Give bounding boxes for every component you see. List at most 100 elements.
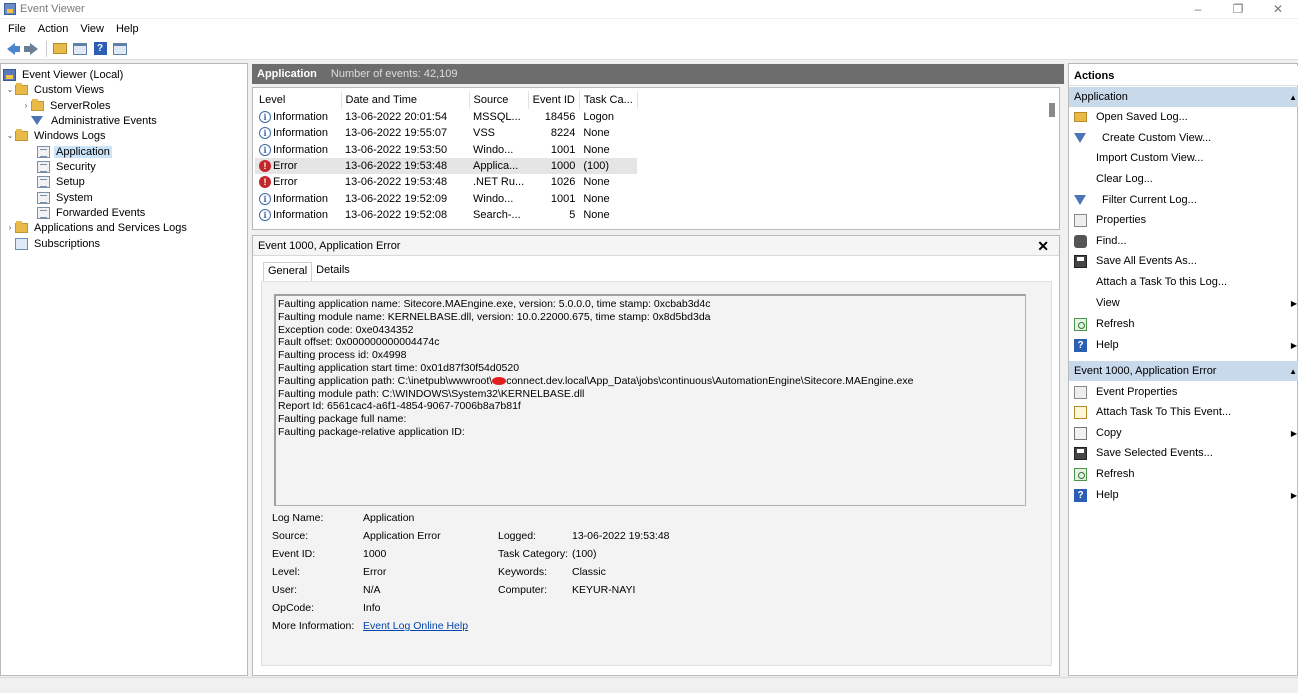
prop-source: Source: Application Error [272, 530, 472, 544]
action-view[interactable]: View ▶ [1069, 293, 1298, 313]
tree-item-custom-views[interactable]: ⌄ Custom Views [5, 82, 106, 97]
column-header-event-id[interactable]: Event ID [528, 91, 580, 109]
action-clear-log[interactable]: Clear Log... [1069, 169, 1298, 189]
tab-general[interactable]: General [263, 262, 313, 281]
tree-item-security[interactable]: Security [37, 159, 98, 174]
collapse-icon[interactable]: ▲ [1289, 367, 1297, 376]
cell-task: None [583, 192, 610, 205]
tree-item-setup[interactable]: Setup [37, 174, 87, 189]
section-label: Event 1000, Application Error [1074, 365, 1217, 377]
action-help[interactable]: ? Help ▶ [1069, 335, 1298, 355]
cell-source: Windo... [473, 143, 514, 156]
action-refresh[interactable]: Refresh [1069, 314, 1298, 334]
action-label: Attach a Task To this Log... [1096, 276, 1228, 288]
action-open-saved-log[interactable]: Open Saved Log... [1069, 107, 1298, 127]
close-icon[interactable]: ✕ [1258, 0, 1298, 18]
action-label: Properties [1096, 214, 1147, 226]
table-row[interactable]: i Information 13-06-2022 19:53:50 Windo..… [255, 142, 637, 158]
scrollbar-thumb[interactable] [1049, 103, 1055, 117]
restore-icon[interactable]: ❐ [1218, 0, 1258, 18]
close-icon[interactable]: ✕ [1037, 238, 1049, 255]
action-save-selected-events[interactable]: Save Selected Events... [1069, 443, 1298, 463]
menu-bar: File Action View Help [0, 19, 1298, 38]
prop-label: Source: [272, 530, 309, 542]
chevron-down-icon[interactable]: ⌄ [5, 131, 15, 140]
tree-item-event-viewer-local[interactable]: Event Viewer (Local) [3, 67, 125, 82]
table-row-selected[interactable]: ! Error 13-06-2022 19:53:48 Applica... 10… [255, 157, 638, 175]
menu-file[interactable]: File [2, 23, 32, 35]
tree-item-windows-logs[interactable]: ⌄ Windows Logs [5, 128, 108, 143]
action-find[interactable]: Find... [1069, 231, 1298, 251]
show-hide-tree-button[interactable] [71, 40, 89, 58]
collapse-icon[interactable]: ▲ [1289, 93, 1297, 102]
back-button[interactable] [2, 40, 20, 58]
tree-item-subscriptions[interactable]: Subscriptions [15, 236, 102, 251]
toolbar: ? [0, 38, 1298, 60]
action-save-all-events[interactable]: Save All Events As... [1069, 251, 1298, 271]
forward-button[interactable] [22, 40, 40, 58]
tree-item-application[interactable]: Application [37, 144, 112, 159]
menu-view[interactable]: View [74, 23, 110, 35]
prop-label: More Information: [272, 620, 355, 632]
toolbar-separator [46, 40, 47, 57]
table-row[interactable]: i Information 13-06-2022 20:01:54 MSSQL..… [255, 109, 637, 125]
tree-item-administrative-events[interactable]: Administrative Events [31, 113, 159, 128]
up-folder-button[interactable] [51, 40, 69, 58]
information-icon: i [259, 143, 271, 156]
information-icon: i [259, 192, 271, 205]
action-attach-task-to-log[interactable]: Attach a Task To this Log... [1069, 272, 1298, 292]
event-detail-title: Event 1000, Application Error [258, 239, 401, 252]
tree-item-serverroles[interactable]: › ServerRoles [21, 98, 113, 113]
action-import-custom-view[interactable]: Import Custom View... [1069, 148, 1298, 168]
prop-task-category: Task Category: (100) [498, 548, 728, 562]
cell-source: Search-... [473, 208, 521, 221]
menu-help[interactable]: Help [110, 23, 145, 35]
action-create-custom-view[interactable]: Create Custom View... [1069, 128, 1298, 148]
message-line: Fault offset: 0x000000000004474c [278, 336, 440, 349]
event-message-box[interactable]: Faulting application name: Sitecore.MAEn… [274, 294, 1026, 506]
tab-details[interactable]: Details [312, 262, 354, 281]
tree-item-label: Forwarded Events [56, 206, 146, 219]
event-viewer-icon [4, 3, 16, 15]
action-attach-task-to-event[interactable]: Attach Task To This Event... [1069, 402, 1298, 422]
action-label: Create Custom View... [1102, 132, 1212, 144]
events-scrollbar[interactable] [1045, 88, 1059, 229]
filter-icon [31, 116, 43, 125]
cell-task: Logon [583, 111, 614, 124]
action-refresh-event[interactable]: Refresh [1069, 464, 1298, 484]
event-viewer-icon [3, 68, 16, 81]
tree-item-system[interactable]: System [37, 190, 95, 205]
show-hide-action-pane-button[interactable] [111, 40, 129, 58]
column-header-date[interactable]: Date and Time [341, 91, 470, 109]
table-row[interactable]: i Information 13-06-2022 19:52:09 Windo..… [255, 190, 637, 206]
menu-action[interactable]: Action [32, 23, 75, 35]
chevron-down-icon[interactable]: ⌄ [5, 85, 15, 94]
action-properties[interactable]: Properties [1069, 210, 1298, 230]
help-button[interactable]: ? [91, 40, 109, 58]
tree-item-applications-and-services-logs[interactable]: › Applications and Services Logs [5, 220, 189, 235]
chevron-right-icon[interactable]: › [5, 223, 15, 232]
table-row[interactable]: i Information 13-06-2022 19:52:08 Search-… [255, 207, 637, 223]
event-log-online-help-link[interactable]: Event Log Online Help [363, 620, 468, 632]
column-header-task-category[interactable]: Task Ca... [579, 91, 638, 109]
actions-section-event[interactable]: Event 1000, Application Error ▲ [1069, 361, 1298, 381]
title-bar: Event Viewer – ❐ ✕ [0, 0, 1298, 18]
action-filter-current-log[interactable]: Filter Current Log... [1069, 190, 1298, 210]
cell-date: 13-06-2022 19:53:50 [345, 143, 448, 156]
minimize-icon[interactable]: – [1178, 0, 1218, 18]
column-header-source[interactable]: Source [469, 91, 529, 109]
action-copy[interactable]: Copy ▶ [1069, 423, 1298, 443]
table-row[interactable]: i Information 13-06-2022 19:55:07 VSS 822… [255, 125, 637, 141]
action-event-properties[interactable]: Event Properties [1069, 382, 1298, 402]
actions-section-application[interactable]: Application ▲ [1069, 87, 1298, 107]
cell-level: Information [273, 143, 329, 156]
message-line: Faulting module name: KERNELBASE.dll, ve… [278, 310, 711, 323]
table-row[interactable]: ! Error 13-06-2022 19:53:48 .NET Ru... 10… [255, 174, 637, 190]
tree-item-forwarded-events[interactable]: Forwarded Events [37, 205, 147, 220]
action-label: Save Selected Events... [1096, 447, 1213, 459]
chevron-right-icon[interactable]: › [21, 101, 31, 110]
action-help-event[interactable]: ? Help ▶ [1069, 485, 1298, 505]
column-header-level[interactable]: Level [255, 91, 342, 109]
action-pane-icon [113, 42, 127, 55]
prop-value: N/A [363, 584, 381, 596]
